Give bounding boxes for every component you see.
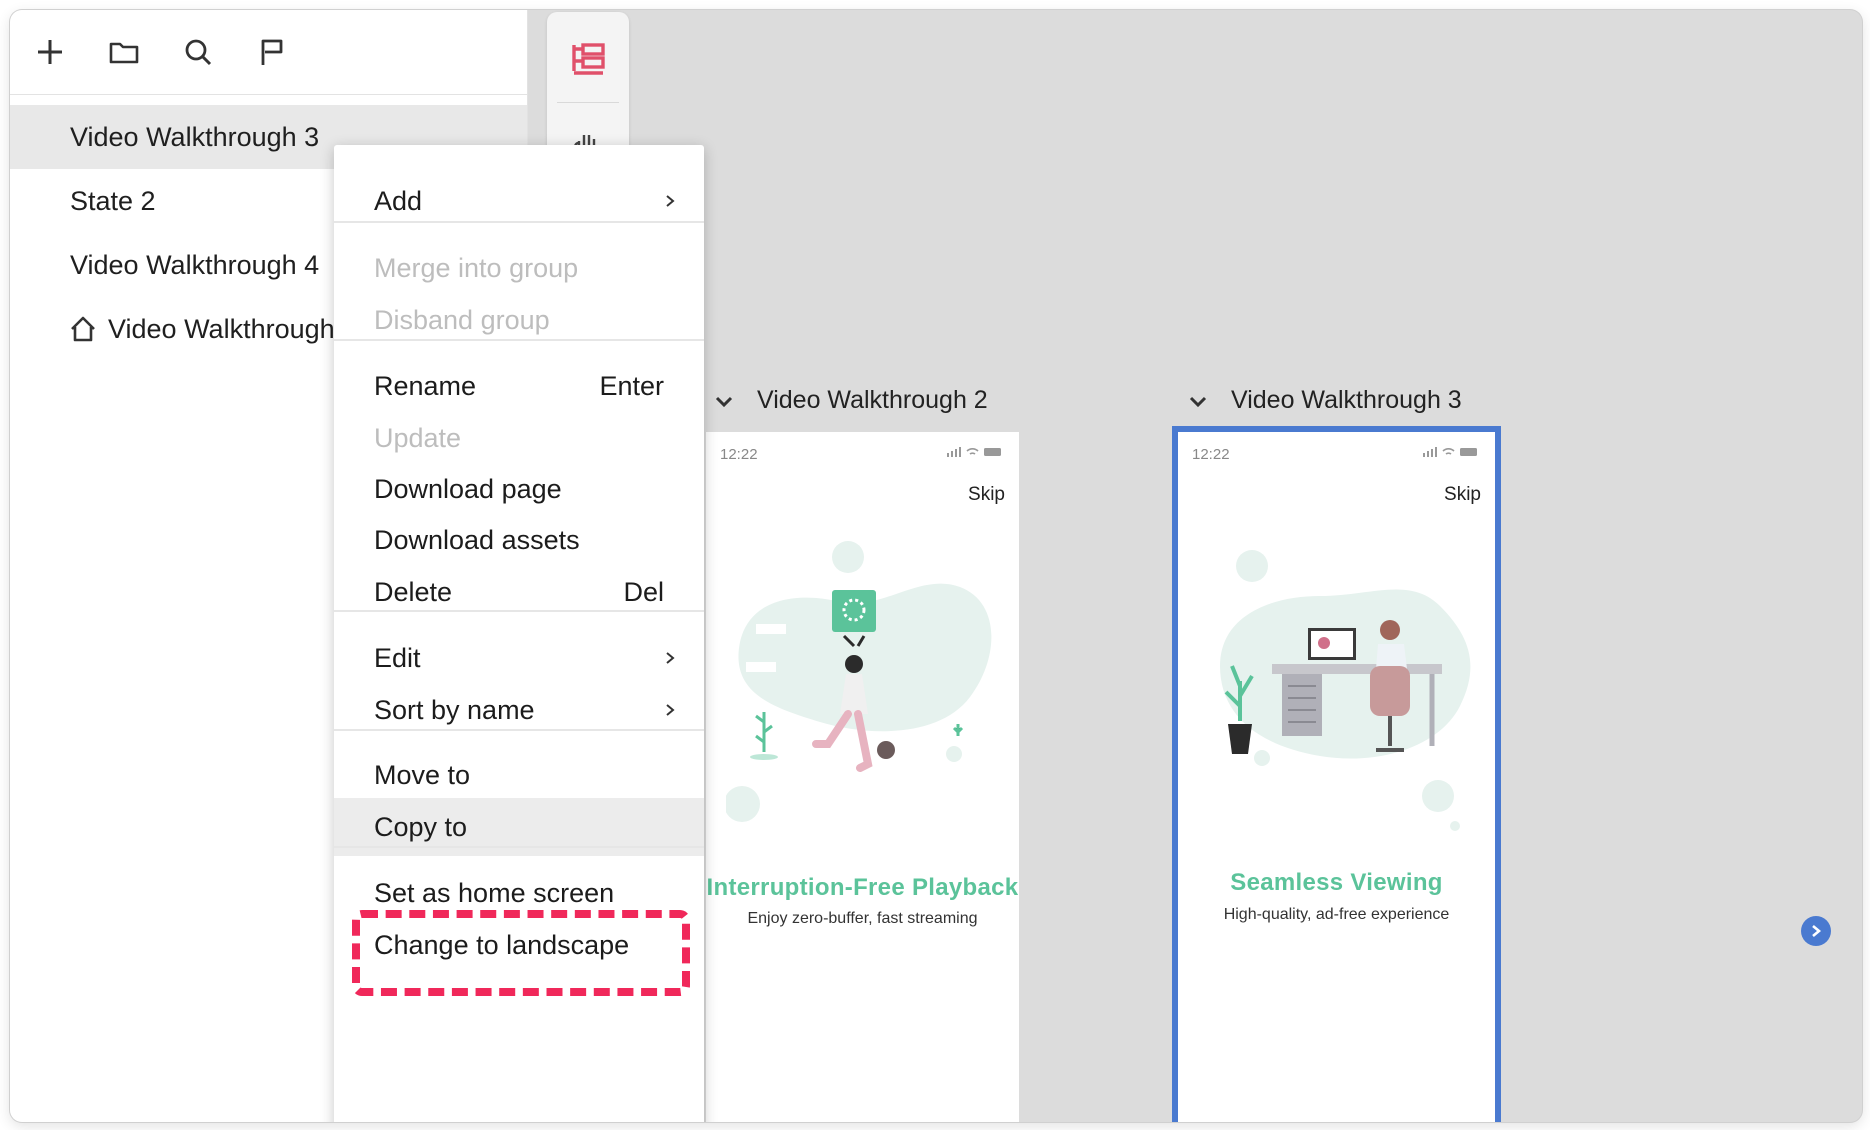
menu-item-label: Add xyxy=(374,185,423,216)
menu-divider xyxy=(334,610,704,612)
menu-item-label: Set as home screen xyxy=(374,877,615,908)
menu-item-landscape[interactable]: Change to landscape xyxy=(334,916,704,974)
skip-link[interactable]: Skip xyxy=(968,484,1005,506)
frame-title: Video Walkthrough 2 xyxy=(757,386,988,414)
menu-item-edit[interactable]: Edit xyxy=(334,629,704,687)
menu-item-update: Update xyxy=(334,409,704,467)
menu-divider xyxy=(334,846,704,848)
status-time: 12:22 xyxy=(720,446,758,463)
menu-item-label: Edit xyxy=(374,642,421,673)
menu-divider xyxy=(334,729,704,731)
menu-item-label: Move to xyxy=(374,759,471,790)
page-label: Video Walkthrough 4 xyxy=(70,249,320,280)
menu-item-label: Delete xyxy=(374,576,453,607)
menu-item-label: Rename xyxy=(374,370,477,401)
frame-title: Video Walkthrough 3 xyxy=(1231,386,1462,414)
chevron-right-icon xyxy=(666,652,675,664)
illustration-viewing xyxy=(1220,550,1471,831)
menu-divider xyxy=(334,221,704,223)
menu-item-label: Copy to xyxy=(374,811,468,842)
frame-preview-selected[interactable]: 12:22 Skip Seamless Viewing High-quality… xyxy=(1172,426,1501,1122)
menu-item-set-home[interactable]: Set as home screen xyxy=(334,864,704,922)
skip-link[interactable]: Skip xyxy=(1444,484,1481,506)
menu-item-merge: Merge into group xyxy=(334,239,704,297)
menu-item-label: Merge into group xyxy=(374,252,579,283)
page-label: Video Walkthrough 3 xyxy=(70,121,320,152)
app-window: Video Walkthrough 3 State 2 Video Walkth… xyxy=(10,10,1862,1122)
frame-subheading: Enjoy zero-buffer, fast streaming xyxy=(747,910,978,927)
menu-item-move-to[interactable]: Move to xyxy=(334,746,704,804)
chevron-right-icon xyxy=(666,195,675,207)
flag-icon[interactable] xyxy=(254,34,290,70)
layers-tree-icon[interactable] xyxy=(563,34,613,84)
menu-item-label: Download assets xyxy=(374,524,580,555)
layers-tool-strip xyxy=(547,12,629,162)
next-frame-button[interactable] xyxy=(1801,916,1831,946)
search-icon[interactable] xyxy=(180,34,216,70)
chevron-down-icon xyxy=(715,396,733,407)
menu-item-label: Change to landscape xyxy=(374,929,630,960)
menu-item-label: Sort by name xyxy=(374,694,535,725)
status-time: 12:22 xyxy=(1192,446,1230,463)
strip-divider xyxy=(557,102,619,103)
panel-toolbar xyxy=(10,10,527,95)
status-icons xyxy=(947,446,1003,458)
home-icon xyxy=(68,314,98,344)
page-label: Video Walkthrough xyxy=(108,313,335,344)
status-icons xyxy=(1423,446,1479,458)
chevron-down-icon xyxy=(1189,396,1207,407)
menu-item-label: Disband group xyxy=(374,304,550,335)
illustration-playback xyxy=(726,541,992,822)
menu-divider xyxy=(334,339,704,341)
menu-item-rename[interactable]: Rename Enter xyxy=(334,357,704,415)
menu-item-delete[interactable]: Delete Del xyxy=(334,563,704,621)
folder-icon[interactable] xyxy=(106,34,142,70)
frame-subheading: High-quality, ad-free experience xyxy=(1223,906,1450,923)
frame-header[interactable]: Video Walkthrough 2 xyxy=(713,386,988,415)
plus-icon[interactable] xyxy=(32,34,68,70)
shortcut-label: Del xyxy=(623,576,664,607)
menu-item-download-assets[interactable]: Download assets xyxy=(334,511,704,569)
frame-heading: Seamless Viewing xyxy=(1230,869,1443,896)
frame-heading: Interruption-Free Playback xyxy=(706,874,1019,901)
menu-item-download-page[interactable]: Download page xyxy=(334,460,704,518)
frame-header[interactable]: Video Walkthrough 3 xyxy=(1187,386,1462,415)
shortcut-label: Enter xyxy=(599,370,664,401)
frame-preview[interactable]: 12:22 Skip Interruption-Free Playback En… xyxy=(706,432,1019,1122)
context-menu: Add Merge into group Disband group Renam… xyxy=(334,145,704,1122)
chevron-right-icon xyxy=(666,704,675,716)
chevron-right-icon xyxy=(1812,925,1822,937)
menu-item-label: Update xyxy=(374,422,462,453)
menu-item-label: Download page xyxy=(374,473,562,504)
page-label: State 2 xyxy=(70,185,156,216)
